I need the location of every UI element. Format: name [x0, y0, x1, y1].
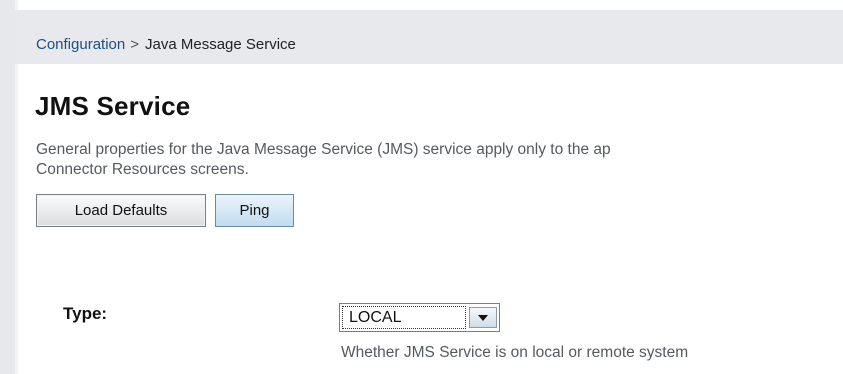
page: Configuration > Java Message Service JMS S…: [0, 0, 843, 374]
type-field-label: Type:: [63, 304, 108, 323]
breadcrumb-link-configuration[interactable]: Configuration: [36, 36, 125, 53]
page-help-line-1: General properties for the Java Message …: [36, 141, 611, 158]
type-field-help: Whether JMS Service is on local or remot…: [341, 344, 689, 361]
page-title: JMS Service: [35, 91, 191, 121]
chevron-down-icon-glyph: [478, 315, 488, 321]
type-select[interactable]: LOCAL: [339, 303, 500, 332]
chevron-down-icon[interactable]: [469, 307, 497, 328]
page-help-text: General properties for the Java Message …: [36, 140, 843, 180]
type-select-value: LOCAL: [342, 306, 466, 329]
left-margin-rule: [0, 0, 15, 374]
ping-button[interactable]: Ping: [215, 194, 294, 227]
breadcrumb: Configuration > Java Message Service: [36, 36, 296, 53]
breadcrumb-separator: >: [130, 36, 139, 53]
page-help-line-2: Connector Resources screens.: [36, 161, 249, 178]
load-defaults-button[interactable]: Load Defaults: [36, 194, 206, 227]
breadcrumb-current: Java Message Service: [145, 36, 296, 53]
